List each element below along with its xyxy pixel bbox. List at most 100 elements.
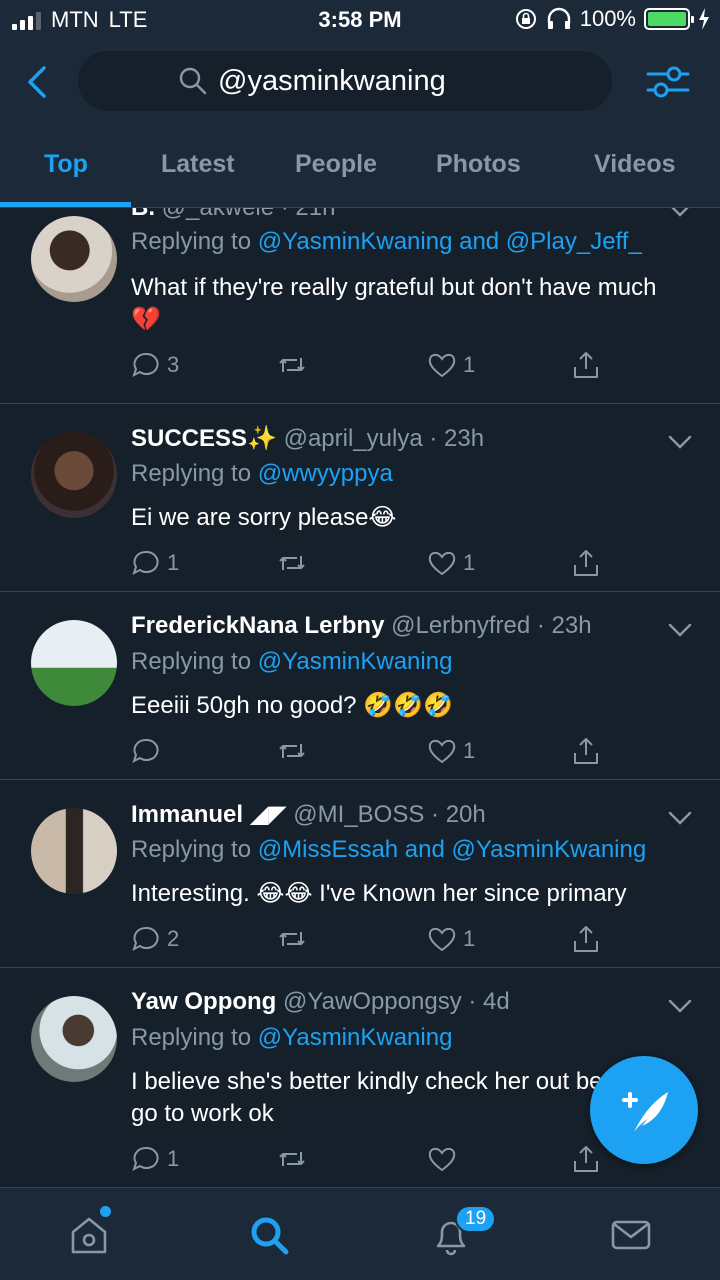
reply-icon — [132, 926, 159, 951]
tweet-text: Eeeiii 50gh no good? 🤣🤣🤣 — [131, 692, 453, 719]
filter-settings-icon[interactable] — [646, 62, 690, 102]
author-name[interactable]: B. — [131, 208, 155, 221]
compose-tweet-button[interactable] — [590, 1056, 698, 1164]
like-button[interactable]: 1 — [427, 924, 475, 954]
like-button[interactable]: 1 — [427, 350, 475, 380]
author-handle[interactable]: @MI_BOSS — [293, 801, 424, 828]
reply-button[interactable]: 2 — [131, 924, 179, 954]
retweet-button[interactable] — [277, 548, 313, 578]
reply-count: 1 — [167, 550, 180, 575]
like-button[interactable]: 1 — [427, 548, 475, 578]
search-input[interactable]: @yasminkwaning — [78, 51, 612, 111]
tweet[interactable]: FrederickNana Lerbny @Lerbnyfred · 23h R… — [0, 592, 720, 780]
author-handle[interactable]: @april_yulya — [284, 425, 423, 452]
active-tab-indicator — [0, 202, 131, 207]
share-button[interactable] — [571, 548, 601, 578]
battery-percent: 100% — [579, 6, 636, 31]
avatar[interactable] — [31, 808, 117, 894]
tweet-text: What if they're really grateful but don'… — [131, 274, 657, 333]
reply-context: Replying to @wwyyppya — [131, 460, 393, 488]
reply-prefix: Replying to — [131, 648, 252, 675]
reply-mentions[interactable]: @MissEssah and @YasminKwaning — [258, 836, 646, 863]
tweet-actions: 1 1 — [131, 548, 611, 582]
chevron-down-icon[interactable] — [668, 998, 692, 1014]
like-button[interactable]: 1 — [427, 736, 475, 766]
reply-button[interactable]: 1 — [131, 548, 179, 578]
tweet[interactable]: B. @_akwele · 21h Replying to @YasminKwa… — [0, 208, 720, 404]
share-button[interactable] — [571, 924, 601, 954]
retweet-button[interactable] — [277, 1144, 313, 1174]
home-icon[interactable] — [68, 1214, 110, 1256]
tab-latest[interactable]: Latest — [161, 150, 235, 179]
tab-top[interactable]: Top — [44, 150, 88, 179]
retweet-button[interactable] — [277, 736, 313, 766]
like-count: 1 — [463, 352, 476, 377]
tweet-header: Immanuel ◢◤ @MI_BOSS · 20h — [131, 801, 486, 828]
retweet-icon — [279, 744, 305, 758]
reply-icon — [132, 550, 159, 575]
author-name[interactable]: SUCCESS✨ — [131, 425, 277, 452]
author-name[interactable]: Yaw Oppong — [131, 988, 276, 1015]
avatar[interactable] — [31, 620, 117, 706]
reply-mentions[interactable]: @YasminKwaning and @Play_Jeff_ — [258, 228, 642, 255]
back-arrow-icon[interactable] — [22, 62, 52, 102]
retweet-icon — [279, 358, 305, 372]
tab-videos[interactable]: Videos — [594, 150, 676, 179]
like-button[interactable] — [427, 1144, 463, 1174]
reply-button[interactable] — [131, 736, 167, 766]
share-icon — [574, 738, 598, 764]
search-header: @yasminkwaning Top Latest People Photos … — [0, 40, 720, 208]
tweet[interactable]: Immanuel ◢◤ @MI_BOSS · 20h Replying to @… — [0, 780, 720, 968]
share-button[interactable] — [571, 736, 601, 766]
reply-icon — [132, 352, 159, 377]
reply-count: 3 — [167, 352, 180, 377]
retweet-button[interactable] — [277, 350, 313, 380]
reply-button[interactable]: 1 — [131, 1144, 179, 1174]
reply-prefix: Replying to — [131, 460, 252, 487]
retweet-icon — [279, 932, 305, 946]
tweet-actions: 3 1 — [131, 350, 611, 384]
share-icon — [574, 550, 598, 576]
tweet-actions: 1 — [131, 1144, 611, 1178]
chevron-down-icon[interactable] — [668, 810, 692, 826]
reply-mentions[interactable]: @YasminKwaning — [258, 1024, 453, 1051]
reply-mentions[interactable]: @wwyyppya — [258, 460, 393, 487]
tweet[interactable]: SUCCESS✨ @april_yulya · 23h Replying to … — [0, 404, 720, 592]
reply-button[interactable]: 3 — [131, 350, 179, 380]
tweet-time: 20h — [445, 801, 486, 828]
charging-icon — [699, 8, 709, 30]
reply-prefix: Replying to — [131, 1024, 252, 1051]
tweet-text: Ei we are sorry please😂 — [131, 504, 397, 531]
chevron-down-icon[interactable] — [668, 434, 692, 450]
author-handle[interactable]: @Lerbnyfred — [391, 612, 530, 639]
battery-icon — [644, 8, 694, 30]
reply-context: Replying to @YasminKwaning — [131, 648, 452, 676]
tab-photos[interactable]: Photos — [436, 150, 521, 179]
search-results-feed[interactable]: B. @_akwele · 21h Replying to @YasminKwa… — [0, 208, 720, 1188]
search-nav-icon[interactable] — [248, 1214, 290, 1256]
author-handle[interactable]: @_akwele — [162, 208, 274, 221]
share-button[interactable] — [571, 350, 601, 380]
author-name[interactable]: Immanuel ◢◤ — [131, 801, 287, 828]
tweet-actions: 2 1 — [131, 924, 611, 958]
avatar[interactable] — [31, 432, 117, 518]
avatar[interactable] — [31, 996, 117, 1082]
author-name[interactable]: FrederickNana Lerbny — [131, 612, 384, 639]
tab-people[interactable]: People — [295, 150, 377, 179]
like-count: 1 — [463, 738, 476, 763]
compose-feather-icon — [622, 1092, 668, 1132]
retweet-icon — [279, 1152, 305, 1166]
share-icon — [574, 352, 598, 378]
chevron-down-icon[interactable] — [668, 622, 692, 638]
tweet-header: FrederickNana Lerbny @Lerbnyfred · 23h — [131, 612, 592, 639]
heart-icon — [428, 353, 456, 378]
heart-icon — [428, 927, 456, 952]
chevron-down-icon[interactable] — [668, 208, 692, 218]
avatar[interactable] — [31, 216, 117, 302]
tweet-actions: 1 — [131, 736, 611, 770]
author-handle[interactable]: @YawOppongsy — [283, 988, 462, 1015]
retweet-button[interactable] — [277, 924, 313, 954]
notifications-badge: 19 — [455, 1205, 497, 1233]
reply-mentions[interactable]: @YasminKwaning — [258, 648, 453, 675]
messages-mail-icon[interactable] — [610, 1214, 652, 1256]
